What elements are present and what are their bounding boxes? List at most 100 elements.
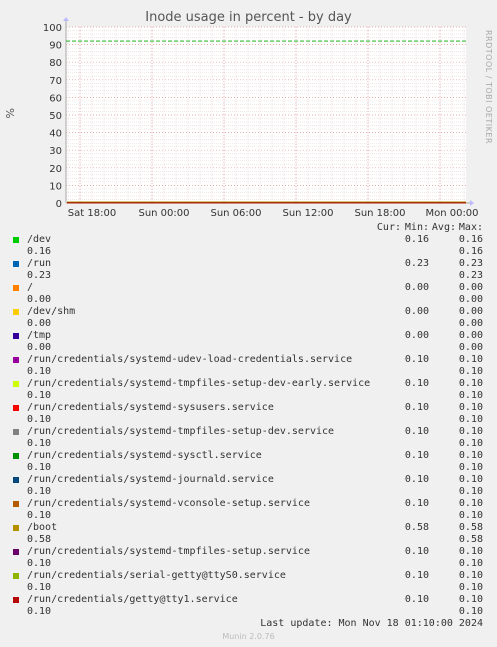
y-axis-arrow xyxy=(63,17,69,21)
legend-max-value: 0.10 xyxy=(458,426,483,437)
legend-row: /run/credentials/systemd-udev-load-crede… xyxy=(0,354,497,378)
y-tick-label: 0 xyxy=(56,199,62,210)
legend-avg-value: 0.10 xyxy=(458,414,483,425)
legend-cur-value: 0.58 xyxy=(404,522,429,533)
legend-cur-value: 0.00 xyxy=(404,282,429,293)
legend-min-value: 0.10 xyxy=(27,462,52,473)
y-tick-label: 30 xyxy=(49,146,62,157)
x-tick-label: Sun 18:00 xyxy=(354,208,405,219)
legend-max-value: 0.58 xyxy=(458,522,483,533)
legend-max-value: 0.10 xyxy=(458,378,483,389)
y-tick-label: 60 xyxy=(49,93,62,104)
legend-max-value: 0.16 xyxy=(458,234,483,245)
legend-avg-value: 0.10 xyxy=(458,462,483,473)
y-tick-label: 90 xyxy=(49,41,62,52)
legend-row: /run/credentials/systemd-sysusers.servic… xyxy=(0,402,497,426)
x-tick-label: Sat 18:00 xyxy=(68,208,116,219)
legend-row: /dev/shm 0.00 0.00 0.00 0.00 xyxy=(0,306,497,330)
legend-swatch xyxy=(13,333,19,339)
legend-row: /0.00 0.00 0.00 0.00 xyxy=(0,282,497,306)
plot-area: 0 10 20 30 40 50 60 70 80 90 100 Sat 18:00 Sun 00:00… xyxy=(43,17,479,219)
legend-header-cur: Cur: xyxy=(376,222,401,233)
legend-min-value: 0.10 xyxy=(27,414,52,425)
legend-series-name: /dev/shm xyxy=(27,306,76,317)
legend-row: /run/credentials/systemd-tmpfiles-setup-… xyxy=(0,426,497,450)
legend-series-name: /run/credentials/systemd-sysusers.servic… xyxy=(27,402,274,413)
legend-max-value: 0.10 xyxy=(458,546,483,557)
legend-avg-value: 0.10 xyxy=(458,558,483,569)
legend-row: /run/credentials/systemd-vconsole-setup.… xyxy=(0,498,497,522)
legend-swatch xyxy=(13,597,19,603)
legend-max-value: 0.10 xyxy=(458,570,483,581)
legend-max-value: 0.10 xyxy=(458,402,483,413)
legend-min-value: 0.58 xyxy=(27,534,52,545)
legend-avg-value: 0.10 xyxy=(458,366,483,377)
legend-series-name: /run/credentials/systemd-vconsole-setup.… xyxy=(27,498,310,509)
y-tick-label: 10 xyxy=(49,181,62,192)
legend-avg-value: 0.00 xyxy=(458,294,483,305)
legend-max-value: 0.10 xyxy=(458,594,483,605)
x-tick-label: Mon 00:00 xyxy=(425,208,478,219)
x-tick-label: Sun 06:00 xyxy=(210,208,261,219)
legend-series-name: / xyxy=(27,282,34,293)
legend-min-value: 0.10 xyxy=(27,366,52,377)
legend-row: /run/credentials/getty@tty1.service 0.10 0… xyxy=(0,594,497,618)
legend-header-min: Min: xyxy=(404,222,429,233)
legend-cur-value: 0.00 xyxy=(404,330,429,341)
legend-cur-value: 0.10 xyxy=(404,594,429,605)
legend-series-name: /run/credentials/systemd-sysctl.service xyxy=(27,450,262,461)
legend-cur-value: 0.00 xyxy=(404,306,429,317)
legend-swatch xyxy=(13,237,19,243)
legend-header-avg: Avg: xyxy=(431,222,456,233)
legend-swatch xyxy=(13,477,19,483)
legend-row: /run/credentials/systemd-tmpfiles-setup.… xyxy=(0,546,497,570)
legend-row: /run/credentials/systemd-sysctl.service 0… xyxy=(0,450,497,474)
legend-row: /dev 0.16 0.16 0.16 0.16 xyxy=(0,234,497,258)
legend-cur-value: 0.16 xyxy=(404,234,429,245)
legend-cur-value: 0.10 xyxy=(404,498,429,509)
legend-avg-value: 0.10 xyxy=(458,510,483,521)
last-update: Last update: Mon Nov 18 01:10:00 2024 xyxy=(260,618,483,629)
legend-cur-value: 0.10 xyxy=(404,402,429,413)
x-tick-label: Sun 00:00 xyxy=(138,208,189,219)
y-tick-label: 80 xyxy=(49,58,62,69)
legend-cur-value: 0.10 xyxy=(404,570,429,581)
legend-avg-value: 0.10 xyxy=(458,486,483,497)
legend-series-name: /run/credentials/systemd-journald.servic… xyxy=(27,474,274,485)
legend-cur-value: 0.10 xyxy=(404,378,429,389)
legend-cur-value: 0.10 xyxy=(404,546,429,557)
legend-swatch xyxy=(13,501,19,507)
legend-header-max: Max: xyxy=(458,222,483,233)
legend-series-name: /tmp xyxy=(27,330,52,341)
legend-avg-value: 0.00 xyxy=(458,342,483,353)
legend-row: /tmp 0.00 0.00 0.00 0.00 xyxy=(0,330,497,354)
legend-swatch xyxy=(13,573,19,579)
legend-avg-value: 0.58 xyxy=(458,534,483,545)
legend-series-name: /run/credentials/serial-getty@ttyS0.serv… xyxy=(27,570,286,581)
legend-avg-value: 0.10 xyxy=(458,390,483,401)
y-tick-label: 40 xyxy=(49,129,62,140)
legend-row: /run 0.23 0.23 0.23 0.23 xyxy=(0,258,497,282)
legend-max-value: 0.00 xyxy=(458,330,483,341)
legend-min-value: 0.10 xyxy=(27,606,52,617)
y-tick-label: 50 xyxy=(49,111,62,122)
legend-min-value: 0.00 xyxy=(27,342,52,353)
legend-swatch xyxy=(13,405,19,411)
legend-min-value: 0.10 xyxy=(27,390,52,401)
legend-min-value: 0.00 xyxy=(27,318,52,329)
legend-min-value: 0.10 xyxy=(27,558,52,569)
legend-series-name: /dev xyxy=(27,234,52,245)
legend-swatch xyxy=(13,357,19,363)
legend-avg-value: 0.00 xyxy=(458,318,483,329)
legend-swatch xyxy=(13,453,19,459)
legend-min-value: 0.00 xyxy=(27,294,52,305)
legend-swatch xyxy=(13,549,19,555)
legend-series-name: /run/credentials/systemd-tmpfiles-setup-… xyxy=(27,426,335,437)
legend-series-name: /run/credentials/systemd-udev-load-crede… xyxy=(27,354,353,365)
legend-cur-value: 0.23 xyxy=(404,258,429,269)
legend-series-name: /run/credentials/getty@tty1.service xyxy=(27,594,238,605)
legend-swatch xyxy=(13,261,19,267)
legend-max-value: 0.00 xyxy=(458,282,483,293)
legend-series-name: /run xyxy=(27,258,52,269)
legend-min-value: 0.16 xyxy=(27,246,52,257)
